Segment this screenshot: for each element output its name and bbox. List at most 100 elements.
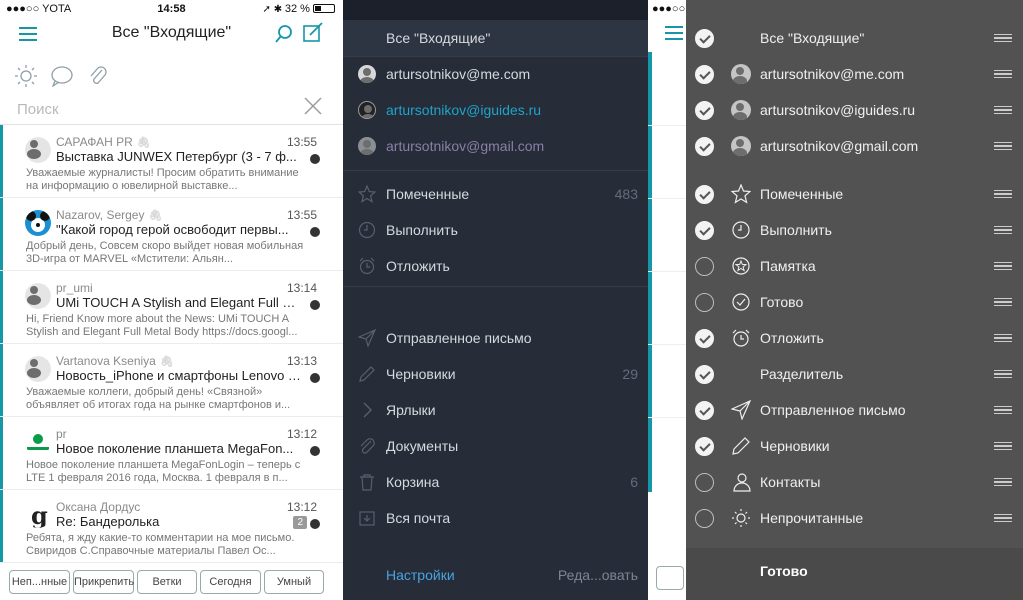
mail-item[interactable]: pr_umi 13:14 UMi TOUCH A Stylish and Ele… <box>0 271 343 344</box>
edit-list-item[interactable]: artursotnikov@iguides.ru <box>686 92 1023 128</box>
tab-unread[interactable]: Неп...нные <box>9 570 70 594</box>
edit-button[interactable]: Реда...овать <box>558 567 638 583</box>
chat-bubble-icon[interactable] <box>50 65 76 92</box>
menu-item-trash[interactable]: Корзина 6 <box>343 464 648 500</box>
trash-icon <box>358 473 376 491</box>
drag-handle-icon[interactable] <box>994 334 1012 342</box>
menu-item-documents[interactable]: Документы <box>343 428 648 464</box>
accent-strip <box>648 52 652 492</box>
avatar <box>731 136 751 156</box>
account-item[interactable]: artursotnikov@me.com <box>343 56 648 92</box>
divider <box>343 170 648 171</box>
menu-item-labels[interactable]: Ярлыки <box>343 392 648 428</box>
checkbox-unchecked-icon[interactable] <box>695 293 714 312</box>
menu-item-all-inbox[interactable]: Все "Входящие" <box>343 20 648 56</box>
mail-item[interactable]: pr 13:12 Новое поколение планшета MegaFo… <box>0 417 343 490</box>
edit-list-item[interactable]: Помеченные <box>686 176 1023 212</box>
tab-threads[interactable]: Ветки <box>137 570 197 594</box>
checkbox-checked-icon[interactable] <box>695 29 714 48</box>
drag-handle-icon[interactable] <box>994 514 1012 522</box>
edit-list-item[interactable]: Выполнить <box>686 212 1023 248</box>
edit-item-label: Отправленное письмо <box>760 402 906 418</box>
edit-list-item[interactable]: Отправленное письмо <box>686 392 1023 428</box>
tab-attach[interactable]: Прикрепить <box>73 570 134 594</box>
drag-handle-icon[interactable] <box>994 34 1012 42</box>
close-icon[interactable] <box>304 97 322 120</box>
checkbox-unchecked-icon[interactable] <box>695 473 714 492</box>
mail-subject: Новое поколение планшета MegaFon... <box>56 441 294 456</box>
tab-fragment[interactable] <box>656 566 684 590</box>
checkbox-checked-icon[interactable] <box>695 221 714 240</box>
unread-dot-icon <box>310 227 320 237</box>
drag-handle-icon[interactable] <box>994 406 1012 414</box>
edit-list-item[interactable]: artursotnikov@me.com <box>686 56 1023 92</box>
edit-list-item[interactable]: Памятка <box>686 248 1023 284</box>
drag-handle-icon[interactable] <box>994 442 1012 450</box>
edit-list-item[interactable]: Все "Входящие" <box>686 20 1023 56</box>
account-item[interactable]: artursotnikov@iguides.ru <box>343 92 648 128</box>
mail-item[interactable]: Vartanova Kseniya 🖇 13:13 Новость_iPhone … <box>0 344 343 417</box>
paperclip-icon: 🖇 <box>159 356 174 368</box>
edit-list-item[interactable]: Отложить <box>686 320 1023 356</box>
checkbox-checked-icon[interactable] <box>695 401 714 420</box>
divider <box>343 286 648 287</box>
unread-dot-icon <box>310 300 320 310</box>
menu-item-snooze[interactable]: Отложить <box>343 248 648 284</box>
drag-handle-icon[interactable] <box>994 262 1012 270</box>
menu-item-flagged[interactable]: Помеченные 483 <box>343 176 648 212</box>
paperclip-icon[interactable] <box>88 64 108 93</box>
edit-item-label: Отложить <box>760 330 824 346</box>
checkbox-checked-icon[interactable] <box>695 101 714 120</box>
menu-item-drafts[interactable]: Черновики 29 <box>343 356 648 392</box>
checkbox-checked-icon[interactable] <box>695 65 714 84</box>
checkbox-unchecked-icon[interactable] <box>695 257 714 276</box>
menu-item-sent[interactable]: Отправленное письмо <box>343 320 648 356</box>
drag-handle-icon[interactable] <box>994 142 1012 150</box>
edit-list-item[interactable]: Контакты <box>686 464 1023 500</box>
checkbox-checked-icon[interactable] <box>695 437 714 456</box>
mail-item[interactable]: Nazarov, Sergey 🖇 13:55 "Какой город геро… <box>0 198 343 271</box>
send-icon <box>730 399 752 421</box>
mail-item[interactable]: САРАФАН PR 🖇 13:55 Выставка JUNWEX Петерб… <box>0 125 343 198</box>
drag-handle-icon[interactable] <box>994 370 1012 378</box>
drag-handle-icon[interactable] <box>994 298 1012 306</box>
avatar <box>25 283 51 309</box>
menu-item-todo[interactable]: Выполнить <box>343 212 648 248</box>
edit-list-item[interactable]: Разделитель <box>686 356 1023 392</box>
mail-sender: САРАФАН PR 🖇 <box>56 135 151 149</box>
clock-icon <box>358 221 376 239</box>
drag-handle-icon[interactable] <box>994 478 1012 486</box>
star-badge-icon <box>731 256 751 276</box>
done-button[interactable]: Готово <box>760 563 808 579</box>
edit-list-item[interactable]: artursotnikov@gmail.com <box>686 128 1023 164</box>
tab-smart[interactable]: Умный <box>264 570 324 594</box>
menu-footer: Настройки Реда...овать <box>343 550 648 600</box>
checkbox-unchecked-icon[interactable] <box>695 509 714 528</box>
edit-list-item[interactable]: Черновики <box>686 428 1023 464</box>
menu-item-all-mail[interactable]: Вся почта <box>343 500 648 536</box>
checkbox-checked-icon[interactable] <box>695 329 714 348</box>
edit-list-item[interactable]: Непрочитанные <box>686 500 1023 536</box>
hamburger-menu-icon[interactable] <box>665 26 683 45</box>
menu-item-count: 29 <box>622 366 638 382</box>
search-input[interactable]: Поиск <box>17 101 59 118</box>
drag-handle-icon[interactable] <box>994 106 1012 114</box>
checkbox-checked-icon[interactable] <box>695 365 714 384</box>
sun-icon[interactable] <box>14 64 38 93</box>
menu-item-label: Выполнить <box>386 222 458 238</box>
drag-handle-icon[interactable] <box>994 70 1012 78</box>
mail-subject: Re: Бандеролька <box>56 514 160 529</box>
compose-icon[interactable] <box>302 22 324 49</box>
search-icon[interactable] <box>274 24 294 49</box>
checkbox-checked-icon[interactable] <box>695 185 714 204</box>
mail-item[interactable]: g Оксана Дордус 13:12 Re: Бандеролька 2 … <box>0 490 343 563</box>
edit-mailboxes-panel: Все "Входящие" artursotnikov@me.com arturs… <box>686 0 1023 600</box>
account-item[interactable]: artursotnikov@gmail.com <box>343 128 648 164</box>
pencil-icon <box>358 365 376 383</box>
settings-button[interactable]: Настройки <box>386 567 455 583</box>
checkbox-checked-icon[interactable] <box>695 137 714 156</box>
drag-handle-icon[interactable] <box>994 226 1012 234</box>
edit-list-item[interactable]: Готово <box>686 284 1023 320</box>
drag-handle-icon[interactable] <box>994 190 1012 198</box>
tab-today[interactable]: Сегодня <box>200 570 261 594</box>
